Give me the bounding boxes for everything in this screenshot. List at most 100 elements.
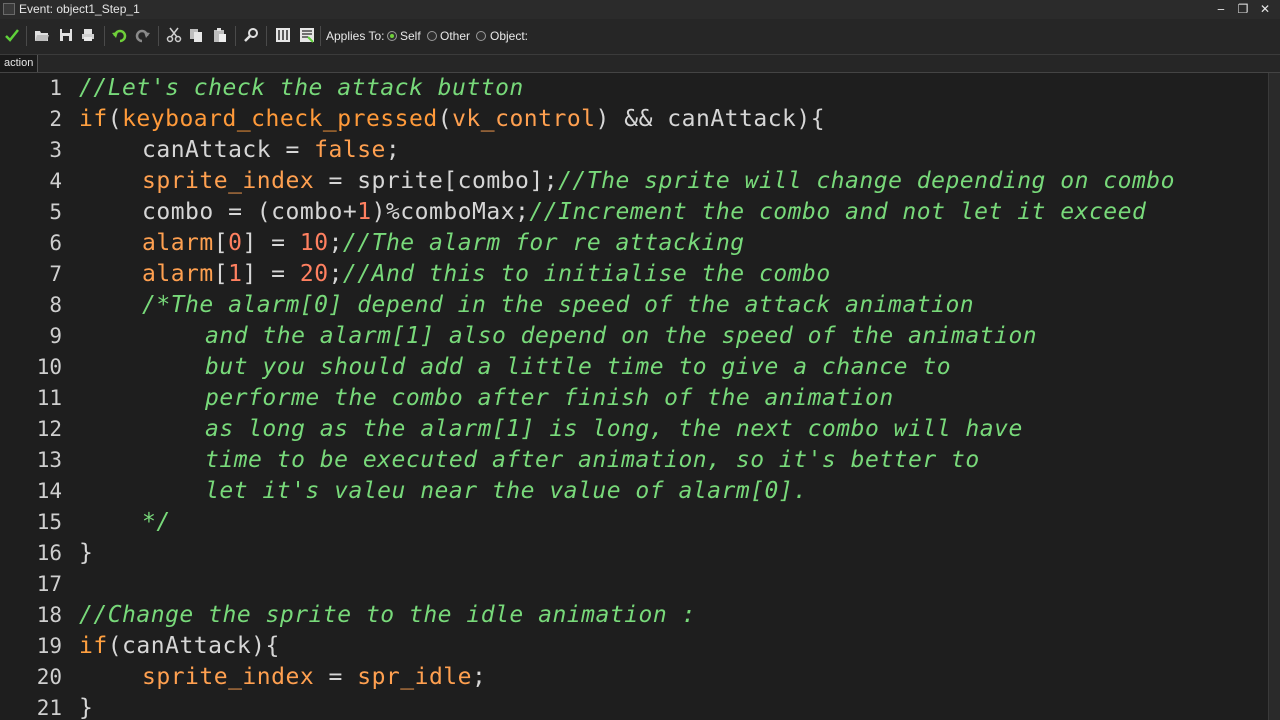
code-token: (canAttack){	[107, 633, 280, 659]
check-icon[interactable]	[4, 27, 20, 43]
line-number: 7	[49, 262, 62, 286]
minimize-button[interactable]: ‒	[1212, 0, 1230, 18]
line-number: 12	[36, 417, 62, 441]
code-line[interactable]: //Let's check the attack button	[79, 73, 524, 104]
toolbar-separator	[235, 26, 236, 46]
redo-icon[interactable]	[135, 27, 151, 43]
line-number: 13	[36, 448, 62, 472]
radio-object-label[interactable]: Object:	[490, 29, 528, 43]
code-token: performe the combo after finish of the a…	[205, 385, 894, 411]
code-token: 1	[357, 199, 372, 225]
undo-icon[interactable]	[111, 27, 127, 43]
copy-icon[interactable]	[188, 27, 204, 43]
line-number: 9	[49, 324, 62, 348]
line-number: 8	[49, 293, 62, 317]
paste-icon[interactable]	[212, 27, 228, 43]
cut-icon[interactable]	[166, 27, 182, 43]
code-token: spr_idle	[357, 664, 472, 690]
code-editor[interactable]: 1 2 3 4 5 6 7 8 9 10 11 12 13 14 15 16 17 18 19 20 21 //Let'…	[0, 73, 1280, 720]
code-line[interactable]: canAttack = false;	[142, 135, 400, 166]
search-icon[interactable]	[244, 27, 260, 43]
toolbar-separator	[26, 26, 27, 46]
code-token: =	[314, 664, 358, 690]
code-token: let it's valeu near the value of alarm[0…	[205, 478, 808, 504]
line-number: 21	[36, 696, 62, 720]
code-token: ] =	[242, 261, 300, 287]
code-line[interactable]: if(keyboard_check_pressed(vk_control) &&…	[79, 104, 825, 135]
code-line[interactable]: performe the combo after finish of the a…	[205, 383, 894, 414]
radio-other[interactable]	[427, 31, 437, 41]
code-line[interactable]: combo = (combo+1)%comboMax;//Increment t…	[142, 197, 1146, 228]
code-line[interactable]: but you should add a little time to give…	[205, 352, 951, 383]
code-token: sprite_index	[142, 168, 315, 194]
toolbar-separator	[320, 26, 321, 46]
code-token: //The sprite will change depending on co…	[558, 168, 1176, 194]
line-number: 19	[36, 634, 62, 658]
close-button[interactable]: ✕	[1256, 0, 1274, 18]
code-line[interactable]: sprite_index = sprite[combo];//The sprit…	[142, 166, 1175, 197]
maximize-button[interactable]: ❐	[1234, 0, 1252, 18]
code-line[interactable]: */	[142, 507, 171, 538]
code-token: 0	[228, 230, 243, 256]
code-line[interactable]: sprite_index = spr_idle;	[142, 662, 486, 693]
radio-other-label[interactable]: Other	[440, 29, 470, 43]
code-token: 1	[228, 261, 243, 287]
code-token: ;	[328, 261, 343, 287]
code-line[interactable]: }	[79, 693, 93, 720]
applies-to-label: Applies To:	[326, 29, 385, 43]
radio-self-label[interactable]: Self	[400, 29, 421, 43]
app-icon	[3, 3, 15, 15]
script-icon[interactable]	[299, 27, 315, 43]
code-token: if	[79, 106, 108, 132]
code-token: as long as the alarm[1] is long, the nex…	[205, 416, 1023, 442]
radio-object[interactable]	[476, 31, 486, 41]
code-token: )%comboMax;	[371, 199, 530, 225]
window-title: Event: object1_Step_1	[19, 2, 140, 16]
code-token: 20	[299, 261, 329, 287]
line-number: 10	[36, 355, 62, 379]
window-titlebar: Event: object1_Step_1 ‒ ❐ ✕	[0, 0, 1280, 19]
line-number: 1	[49, 76, 62, 100]
code-line[interactable]: }	[79, 538, 93, 569]
code-line[interactable]: if(canAttack){	[79, 631, 280, 662]
save-icon[interactable]	[58, 27, 74, 43]
code-token: //Change the sprite to the idle animatio…	[79, 602, 696, 628]
code-token: vk_control	[452, 106, 596, 132]
code-token: = sprite[combo];	[314, 168, 559, 194]
code-token: ) && canAttack){	[595, 106, 826, 132]
line-number: 15	[36, 510, 62, 534]
code-token: canAttack =	[142, 137, 315, 163]
radio-self[interactable]	[387, 31, 397, 41]
code-token: alarm	[142, 261, 214, 287]
code-token: }	[79, 540, 94, 566]
code-line[interactable]: as long as the alarm[1] is long, the nex…	[205, 414, 1023, 445]
open-icon[interactable]	[34, 27, 50, 43]
code-line[interactable]: and the alarm[1] also depend on the spee…	[205, 321, 1037, 352]
code-line[interactable]: time to be executed after animation, so …	[205, 445, 980, 476]
code-token: */	[142, 509, 171, 535]
code-line[interactable]: alarm[1] = 20;//And this to initialise t…	[142, 259, 831, 290]
line-number: 5	[49, 200, 62, 224]
tab-action[interactable]: action	[0, 55, 39, 72]
code-line[interactable]: let it's valeu near the value of alarm[0…	[205, 476, 808, 507]
code-token: //Increment the combo and not let it exc…	[529, 199, 1147, 225]
line-number: 16	[36, 541, 62, 565]
code-token: combo = (combo+	[142, 199, 358, 225]
vertical-scrollbar[interactable]	[1268, 73, 1280, 720]
line-number: 14	[36, 479, 62, 503]
code-line[interactable]: alarm[0] = 10;//The alarm for re attacki…	[142, 228, 745, 259]
code-token: keyboard_check_pressed	[122, 106, 438, 132]
code-line[interactable]: //Change the sprite to the idle animatio…	[79, 600, 696, 631]
code-token: //And this to initialise the combo	[342, 261, 831, 287]
line-number: 2	[49, 107, 62, 131]
code-line[interactable]: /*The alarm[0] depend in the speed of th…	[142, 290, 974, 321]
code-token: ;	[385, 137, 401, 163]
code-token: //Let's check the attack button	[79, 75, 524, 101]
print-icon[interactable]	[80, 27, 96, 43]
code-grid-icon[interactable]	[275, 27, 291, 43]
code-token: ;	[472, 664, 487, 690]
code-token: and the alarm[1] also depend on the spee…	[205, 323, 1038, 349]
toolbar-separator	[104, 26, 105, 46]
code-token: }	[79, 695, 94, 720]
line-number: 11	[36, 386, 62, 410]
